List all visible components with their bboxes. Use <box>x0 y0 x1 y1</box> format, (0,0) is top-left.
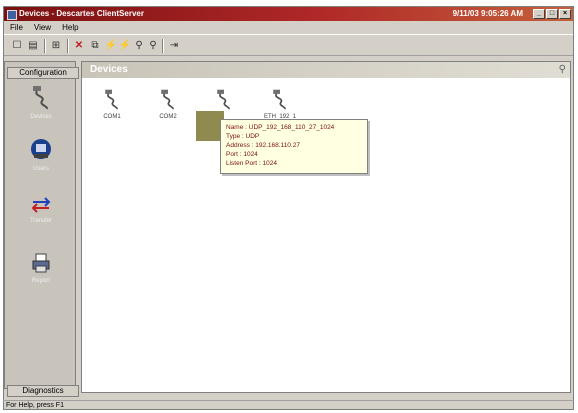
disconnect-icon[interactable]: ⚡ <box>118 39 132 52</box>
window-title: Devices - Descartes ClientServer <box>19 9 144 18</box>
devices-panel: Devices ⚲ COM1 COM2 ETH_192_1 Name : UDP <box>81 61 571 393</box>
serial-cable-icon <box>33 86 49 110</box>
tree-icon[interactable]: ⊞ <box>49 39 63 52</box>
minimize-button[interactable]: _ <box>533 9 545 19</box>
sidebar-item-label: Users <box>33 166 49 172</box>
device-label: COM1 <box>103 114 121 120</box>
report-printer-icon <box>32 253 50 273</box>
sidebar-item-devices[interactable]: Devices <box>27 84 55 120</box>
sidebar-item-users[interactable]: Users <box>27 138 55 172</box>
save-icon[interactable]: ▤ <box>26 39 40 52</box>
device-tooltip: Name : UDP_192_168_110_27_1024 Type : UD… <box>220 119 368 174</box>
sidebar-item-label: Report <box>31 278 50 284</box>
tooltip-address: Address : 192.168.110.27 <box>226 142 300 149</box>
window-controls: _ □ × <box>533 9 571 19</box>
tooltip-name: Name : UDP_192_168_110_27_1024 <box>226 124 335 131</box>
menu-file[interactable]: File <box>10 21 23 34</box>
close-button[interactable]: × <box>559 9 571 19</box>
properties-icon[interactable]: ⧉ <box>88 39 102 52</box>
sidebar-item-label: Devices <box>30 114 52 120</box>
title-timestamp: 9/11/03 9:05:26 AM <box>452 9 523 18</box>
serial-cable-icon <box>217 89 230 110</box>
menu-view[interactable]: View <box>34 21 51 34</box>
serial-cable-icon <box>105 89 118 110</box>
exit-icon[interactable]: ⇥ <box>167 39 181 52</box>
toolbar-separator <box>162 39 164 53</box>
device-label: COM2 <box>159 114 177 120</box>
zoom-in-icon[interactable]: ⚲ <box>132 39 146 52</box>
tooltip-type: Type : UDP <box>226 133 260 140</box>
new-icon[interactable]: ☐ <box>10 39 24 52</box>
device-udp-selected[interactable] <box>204 88 244 114</box>
zoom-out-icon[interactable]: ⚲ <box>146 39 160 52</box>
transfer-arrows-icon <box>31 197 51 213</box>
title-bar[interactable]: Devices - Descartes ClientServer 9/11/03… <box>4 7 573 21</box>
tooltip-port: Port : 1024 <box>226 151 258 158</box>
toolbar-separator <box>67 39 69 53</box>
toolbar: ☐ ▤ ⊞ ✕ ⧉ ⚡ ⚡ ⚲ ⚲ ⇥ <box>4 34 573 56</box>
panel-title: Devices <box>90 64 128 75</box>
diagnostics-tab[interactable]: Diagnostics <box>7 385 79 397</box>
status-bar: For Help, press F1 <box>3 400 574 410</box>
device-com2[interactable]: COM2 <box>148 88 188 120</box>
maximize-button[interactable]: □ <box>546 9 558 19</box>
panel-header-icon: ⚲ <box>558 64 566 75</box>
panel-header: Devices ⚲ <box>82 62 570 78</box>
menu-bar: File View Help <box>4 21 573 34</box>
device-eth[interactable]: ETH_192_1 <box>260 88 300 120</box>
app-icon <box>7 10 17 20</box>
sidebar: Devices Users Transfer Report <box>4 61 76 389</box>
tooltip-listen-port: Listen Port : 1024 <box>226 160 277 167</box>
sidebar-item-label: Transfer <box>29 218 53 224</box>
device-com1[interactable]: COM1 <box>92 88 132 120</box>
serial-cable-icon <box>273 89 286 110</box>
delete-icon[interactable]: ✕ <box>72 39 86 52</box>
menu-help[interactable]: Help <box>62 21 78 34</box>
sidebar-item-report[interactable]: Report <box>27 252 55 284</box>
configuration-tab-label[interactable]: Configuration <box>7 67 79 79</box>
sidebar-item-transfer[interactable]: Transfer <box>27 196 55 224</box>
serial-cable-icon <box>161 89 174 110</box>
toolbar-separator <box>44 39 46 53</box>
connect-icon[interactable]: ⚡ <box>104 39 118 52</box>
user-monitor-icon <box>31 139 51 159</box>
